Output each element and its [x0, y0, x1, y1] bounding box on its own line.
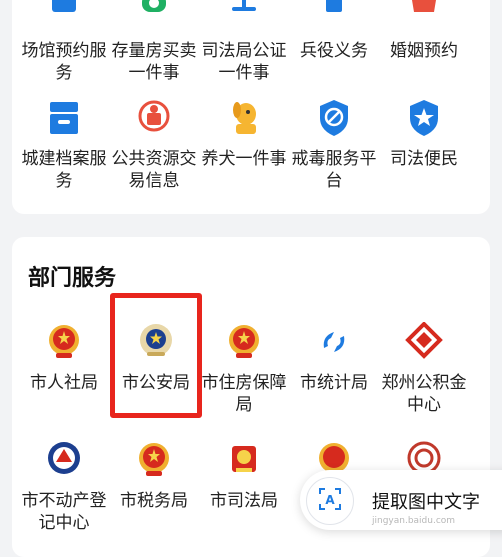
svg-text:A: A: [325, 493, 335, 507]
section-title: 部门服务: [28, 266, 117, 291]
real-estate-icon: [44, 440, 84, 480]
dept-label: 市司法局: [210, 491, 278, 511]
national-emblem-icon: [44, 322, 84, 362]
service-housing-trade[interactable]: 存量房买卖一件事: [108, 0, 200, 84]
service-dog[interactable]: 养犬一件事: [198, 98, 290, 170]
service-label: 司法便民: [390, 149, 458, 169]
service-label: 场馆预约服务: [21, 41, 107, 83]
shield-icon: [314, 98, 354, 138]
dog-icon: [224, 98, 264, 138]
venue-icon: [44, 0, 84, 30]
service-label: 城建档案服务: [21, 149, 107, 191]
dept-justice[interactable]: 市司法局: [198, 440, 290, 512]
resource-icon: [134, 98, 174, 138]
dept-housing-security[interactable]: 市住房保障局: [198, 322, 290, 416]
statistics-icon: [314, 322, 354, 362]
house-icon: [134, 0, 174, 30]
archive-icon: [44, 98, 84, 138]
extract-text-label[interactable]: 提取图中文字: [372, 488, 480, 514]
dept-hr[interactable]: 市人社局: [18, 322, 110, 394]
service-archive[interactable]: 城建档案服务: [18, 98, 110, 192]
dept-label: 市不动产登记中心: [21, 491, 107, 533]
highlight-box: [110, 293, 202, 418]
national-emblem-icon: [134, 440, 174, 480]
service-label: 养犬一件事: [201, 149, 287, 169]
service-venue-booking[interactable]: 场馆预约服务: [18, 0, 110, 84]
watermark: jingyan.baidu.com: [372, 516, 456, 526]
service-label: 公共资源交易信息: [111, 149, 197, 191]
dept-statistics[interactable]: 市统计局: [288, 322, 380, 394]
scales-icon: [224, 0, 264, 30]
justice-icon: [404, 98, 444, 138]
text-scan-icon: A: [317, 486, 343, 516]
service-label: 存量房买卖一件事: [111, 41, 197, 83]
housing-fund-icon: [404, 321, 444, 362]
dept-label: 市住房保障局: [201, 373, 287, 415]
dept-tax[interactable]: 市税务局: [108, 440, 200, 512]
service-public-resource[interactable]: 公共资源交易信息: [108, 98, 200, 192]
service-label: 兵役义务: [300, 41, 368, 61]
dept-label: 市统计局: [300, 373, 368, 393]
service-label: 婚姻预约: [390, 41, 458, 61]
dept-label: 郑州公积金中心: [381, 373, 467, 415]
dept-label: 市人社局: [30, 373, 98, 393]
marriage-icon: [404, 0, 444, 30]
service-drug-rehab[interactable]: 戒毒服务平台: [288, 98, 380, 192]
service-label: 司法局公证一件事: [201, 41, 287, 83]
dept-label: 市税务局: [120, 491, 188, 511]
dept-real-estate[interactable]: 市不动产登记中心: [18, 440, 110, 534]
national-emblem-icon: [224, 322, 264, 362]
extract-text-button[interactable]: A: [306, 477, 354, 525]
service-notary[interactable]: 司法局公证一件事: [198, 0, 290, 84]
service-label: 戒毒服务平台: [291, 149, 377, 191]
dept-housing-fund[interactable]: 郑州公积金中心: [378, 321, 470, 416]
service-justice[interactable]: 司法便民: [378, 98, 470, 170]
service-military[interactable]: 兵役义务: [288, 0, 380, 62]
service-marriage[interactable]: 婚姻预约: [378, 0, 470, 62]
military-icon: [314, 0, 354, 30]
justice-emblem-icon: [224, 440, 264, 480]
